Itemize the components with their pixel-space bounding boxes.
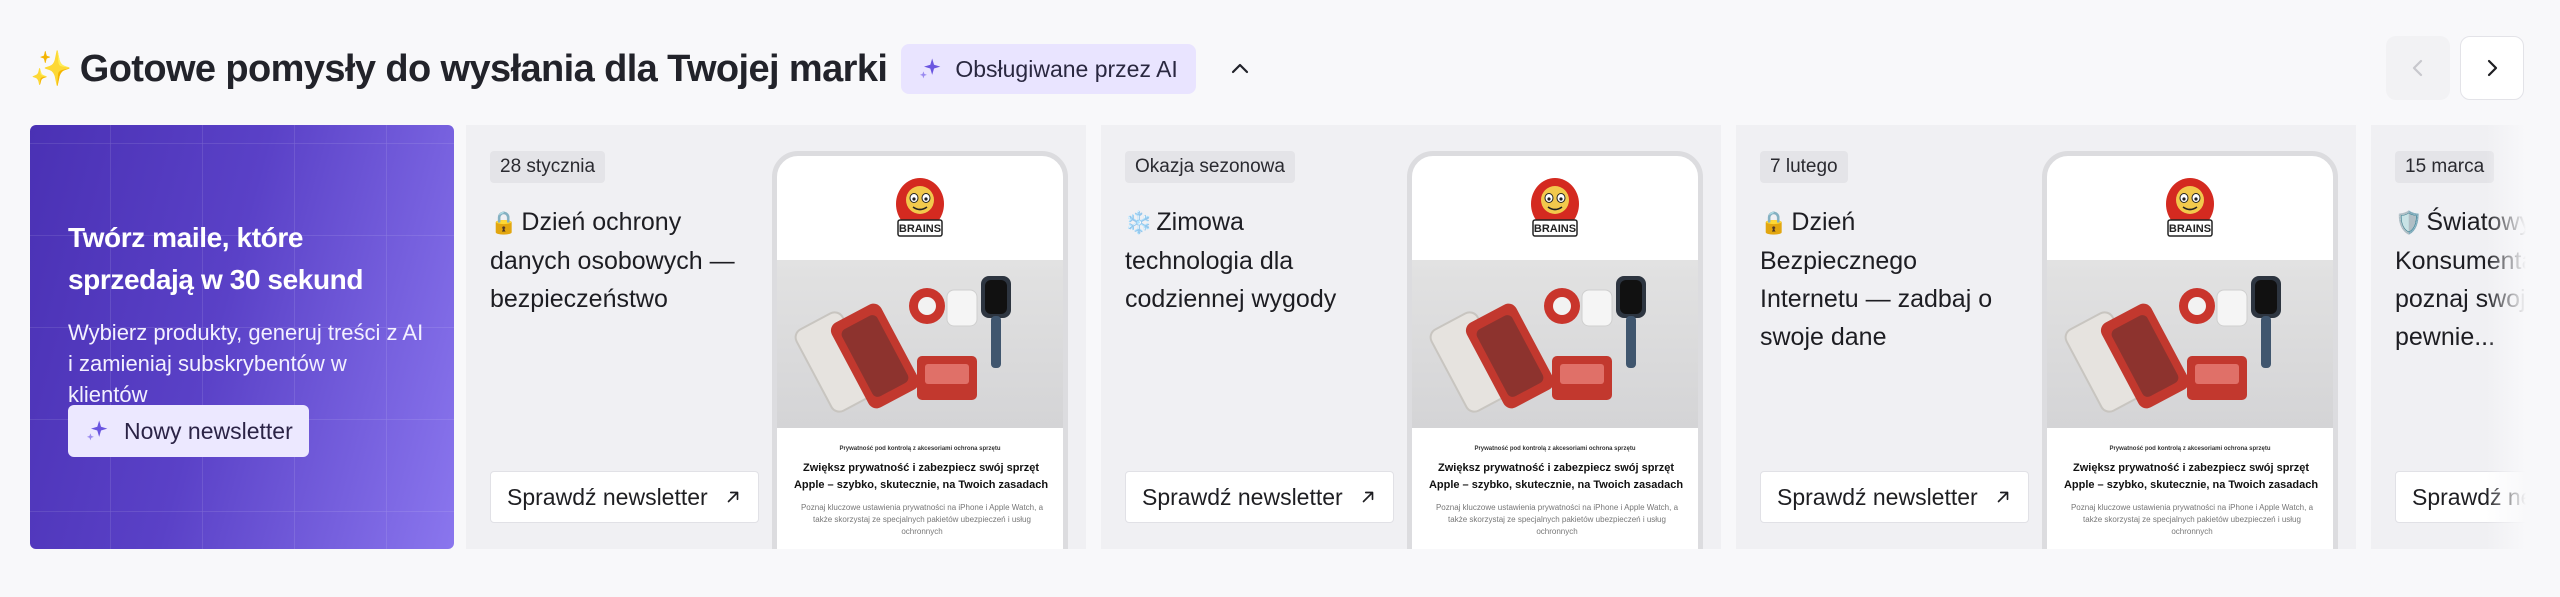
brains-logo: BRAINS xyxy=(892,174,948,249)
brains-logo: BRAINS xyxy=(2162,174,2218,249)
ai-badge: Obsługiwane przez AI xyxy=(901,44,1196,94)
card-title: 🔒 Dzień Bezpiecznego Internetu — zadbaj o… xyxy=(1760,203,2010,356)
svg-text:BRAINS: BRAINS xyxy=(899,223,941,235)
shield-icon: 🛡️ xyxy=(2395,210,2423,235)
product-image xyxy=(1412,260,1698,428)
carousel-prev-button[interactable] xyxy=(2386,36,2450,100)
carousel-next-button[interactable] xyxy=(2460,36,2524,100)
card-title: 🛡️Światowy Dzień Konsumenta — poznaj swo… xyxy=(2395,203,2526,356)
idea-card[interactable]: 15 marca 🛡️Światowy Dzień Konsumenta — p… xyxy=(2371,125,2526,549)
ai-badge-label: Obsługiwane przez AI xyxy=(955,55,1178,82)
preview-text: Poznaj kluczowe ustawienia prywatności n… xyxy=(2070,503,2314,536)
check-newsletter-button[interactable]: Sprawdź newsletter xyxy=(490,471,759,523)
preview-heading: Zwiększ prywatność i zabezpiecz swój spr… xyxy=(793,462,1049,491)
product-image xyxy=(777,260,1063,428)
new-newsletter-button[interactable]: Nowy newsletter xyxy=(68,405,309,457)
section-title-text: Gotowe pomysły do wysłania dla Twojej ma… xyxy=(79,47,888,90)
product-image xyxy=(2047,260,2333,428)
preview-heading: Zwiększ prywatność i zabezpiecz swój spr… xyxy=(2063,462,2319,491)
card-date-tag: 7 lutego xyxy=(1760,151,1848,183)
preview-preheader: Prywatność pod kontrolą z akcesoriami oc… xyxy=(2109,446,2271,452)
check-newsletter-label: Sprawdź newsletter xyxy=(1777,483,1978,510)
arrow-up-right-icon xyxy=(727,491,739,503)
card-date-tag: 15 marca xyxy=(2395,151,2495,183)
brains-logo: BRAINS xyxy=(1527,174,1583,249)
lock-icon: 🔒 xyxy=(490,210,518,235)
idea-card[interactable]: 28 stycznia 🔒 Dzień ochrony danych osobow… xyxy=(466,125,1086,549)
card-title: ❄️ Zimowa technologia dla codziennej wygo… xyxy=(1125,203,1375,318)
preview-heading: Zwiększ prywatność i zabezpiecz swój spr… xyxy=(1428,462,1684,491)
idea-card[interactable]: 7 lutego 🔒 Dzień Bezpiecznego Internetu —… xyxy=(1736,125,2356,549)
card-title-text: Zimowa technologia dla codziennej wygody xyxy=(1125,208,1337,313)
check-newsletter-label: Sprawdź newsletter xyxy=(1142,483,1343,510)
preview-preheader: Prywatność pod kontrolą z akcesoriami oc… xyxy=(1474,446,1636,452)
snowflake-icon: ❄️ xyxy=(1125,210,1153,235)
ideas-carousel: Twórz maile, które sprzedają w 30 sekund… xyxy=(30,125,2526,549)
lock-icon: 🔒 xyxy=(1760,210,1788,235)
promo-card: Twórz maile, które sprzedają w 30 sekund… xyxy=(30,125,454,549)
card-date-tag: 28 stycznia xyxy=(490,151,606,183)
sparkle-icon xyxy=(920,58,941,79)
card-title-text: Dzień ochrony danych osobowych — bezpiec… xyxy=(490,208,735,313)
chevron-up-icon xyxy=(1231,63,1248,74)
check-newsletter-button[interactable]: Sprawdź newsletter xyxy=(1125,471,1394,523)
chevron-right-icon xyxy=(2487,59,2498,77)
card-date-tag: Okazja sezonowa xyxy=(1125,151,1295,183)
arrow-up-right-icon xyxy=(1997,491,2009,503)
card-title: 🔒 Dzień ochrony danych osobowych — bezpie… xyxy=(490,203,740,318)
card-title-text: Dzień Bezpiecznego Internetu — zadbaj o … xyxy=(1760,208,1993,351)
preview-text: Poznaj kluczowe ustawienia prywatności n… xyxy=(800,503,1044,536)
promo-description: Wybierz produkty, generuj treści z AI i … xyxy=(68,320,424,407)
check-newsletter-label: Sprawdź newsletter xyxy=(2412,483,2526,510)
check-newsletter-label: Sprawdź newsletter xyxy=(507,483,708,510)
newsletter-preview: BRAINS Prywatność pod kontrolą z akcesor… xyxy=(1407,151,1703,549)
sparkle-icon xyxy=(86,420,108,441)
newsletter-preview: BRAINS Prywatność pod kontrolą z akcesor… xyxy=(2042,151,2338,549)
newsletter-preview: BRAINS Prywatność pod kontrolą z akcesor… xyxy=(772,151,1068,549)
chevron-left-icon xyxy=(2412,59,2423,77)
svg-text:BRAINS: BRAINS xyxy=(1534,223,1576,235)
idea-card[interactable]: Okazja sezonowa ❄️ Zimowa technologia dla… xyxy=(1101,125,1721,549)
collapse-button[interactable] xyxy=(1220,49,1260,89)
section-header: ✨ Gotowe pomysły do wysłania dla Twojej … xyxy=(30,44,1260,94)
preview-text: Poznaj kluczowe ustawienia prywatności n… xyxy=(1435,503,1679,536)
new-newsletter-label: Nowy newsletter xyxy=(124,417,293,444)
arrow-up-right-icon xyxy=(1362,491,1374,503)
check-newsletter-button[interactable]: Sprawdź newsletter xyxy=(2395,471,2526,523)
preview-preheader: Prywatność pod kontrolą z akcesoriami oc… xyxy=(839,446,1001,452)
sparkles-icon: ✨ xyxy=(30,50,72,88)
svg-text:BRAINS: BRAINS xyxy=(2169,223,2211,235)
promo-title: Twórz maile, które sprzedają w 30 sekund xyxy=(68,222,364,295)
section-title: ✨ Gotowe pomysły do wysłania dla Twojej … xyxy=(30,47,888,91)
check-newsletter-button[interactable]: Sprawdź newsletter xyxy=(1760,471,2029,523)
